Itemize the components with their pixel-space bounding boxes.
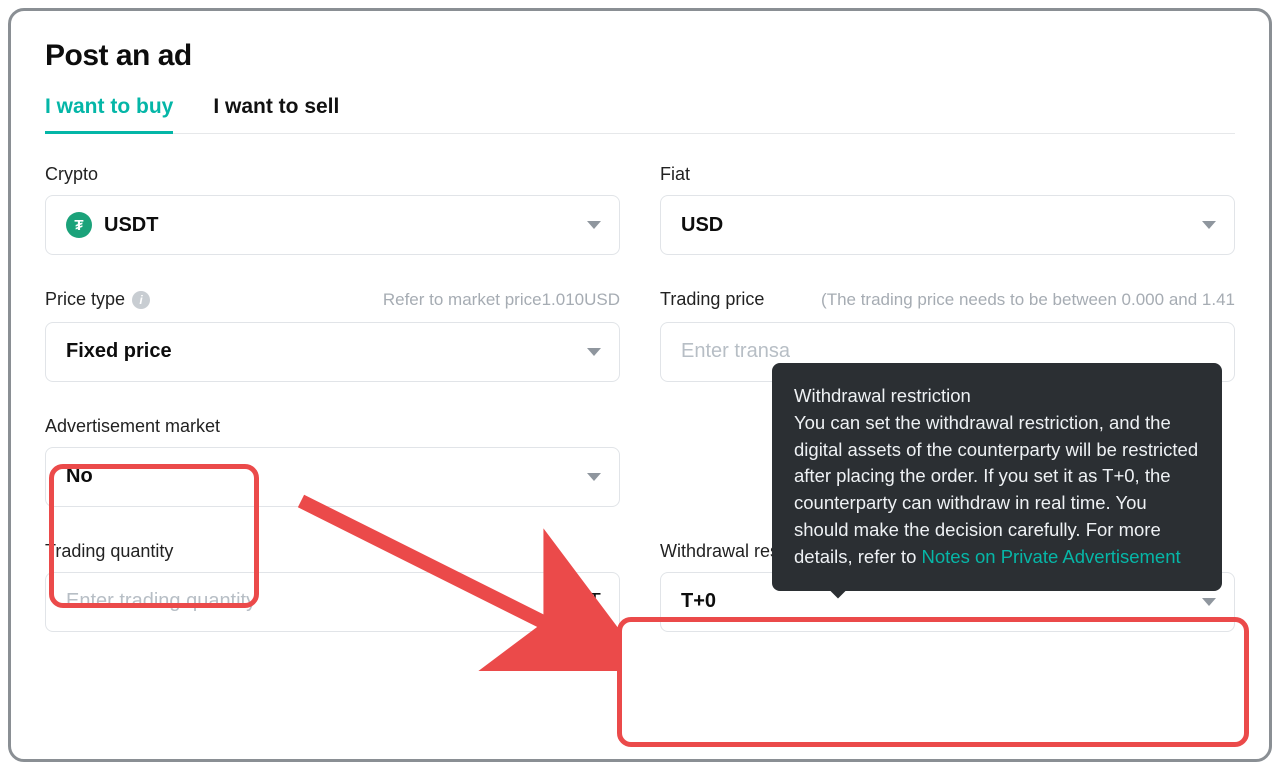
crypto-select[interactable]: ₮ USDT — [45, 195, 620, 255]
chevron-down-icon — [1202, 598, 1216, 606]
annotation-highlight-withdrawal — [617, 617, 1249, 747]
chevron-down-icon — [587, 221, 601, 229]
crypto-label: Crypto — [45, 164, 620, 185]
trading-quantity-input-wrap[interactable]: USDT — [45, 572, 620, 632]
price-type-select[interactable]: Fixed price — [45, 322, 620, 382]
usdt-icon: ₮ — [66, 212, 92, 238]
fiat-value: USD — [681, 214, 723, 237]
tooltip-body: You can set the withdrawal restriction, … — [794, 412, 1198, 567]
fiat-field: Fiat USD — [660, 164, 1235, 255]
price-type-hint: Refer to market price1.010USD — [383, 289, 620, 312]
chevron-down-icon — [1202, 221, 1216, 229]
fiat-label: Fiat — [660, 164, 1235, 185]
page-title: Post an ad — [45, 39, 1235, 73]
ad-market-label: Advertisement market — [45, 416, 620, 437]
trading-quantity-input[interactable] — [66, 590, 547, 613]
tab-sell[interactable]: I want to sell — [213, 95, 339, 133]
ad-market-field: Advertisement market No — [45, 416, 620, 507]
ad-market-value: No — [66, 465, 93, 488]
tooltip-title: Withdrawal restriction — [794, 385, 971, 406]
price-type-label: Price type — [45, 289, 125, 310]
trading-quantity-suffix: USDT — [547, 590, 601, 613]
tab-buy[interactable]: I want to buy — [45, 95, 173, 133]
price-type-field: Price type i Refer to market price1.010U… — [45, 289, 620, 382]
trading-quantity-label: Trading quantity — [45, 541, 620, 562]
ad-market-select[interactable]: No — [45, 447, 620, 507]
crypto-value: USDT — [104, 214, 158, 237]
fiat-select[interactable]: USD — [660, 195, 1235, 255]
ad-type-tabs: I want to buy I want to sell — [45, 95, 1235, 134]
price-type-value: Fixed price — [66, 340, 172, 363]
withdrawal-value: T+0 — [681, 590, 716, 613]
chevron-down-icon — [587, 473, 601, 481]
trading-price-input[interactable] — [681, 340, 1216, 363]
trading-quantity-field: Trading quantity USDT — [45, 541, 620, 632]
trading-price-hint: (The trading price needs to be between 0… — [821, 289, 1235, 312]
withdrawal-tooltip: Withdrawal restriction You can set the w… — [772, 363, 1222, 591]
tooltip-link[interactable]: Notes on Private Advertisement — [922, 546, 1181, 567]
info-icon[interactable]: i — [132, 291, 150, 309]
trading-price-label: Trading price — [660, 289, 764, 310]
chevron-down-icon — [587, 348, 601, 356]
crypto-field: Crypto ₮ USDT — [45, 164, 620, 255]
